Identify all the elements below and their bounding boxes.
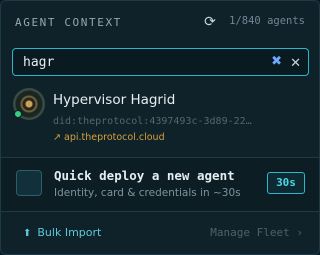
panel-header: AGENT CONTEXT ⟳ 1/840 agents: [1, 1, 319, 43]
close-icon[interactable]: ✕: [290, 57, 301, 71]
quick-deploy-subtitle: Identity, card & credentials in ~30s: [54, 187, 241, 199]
agent-name: Hypervisor Hagrid: [53, 92, 176, 108]
clear-search-icon[interactable]: ✖: [271, 55, 282, 69]
panel-title: AGENT CONTEXT: [15, 15, 122, 29]
agent-result-item[interactable]: Hypervisor Hagrid did:theprotocol:439749…: [1, 82, 319, 154]
quick-deploy-button[interactable]: Quick deploy a new agent Identity, card …: [1, 158, 319, 211]
online-status-dot: [14, 110, 22, 118]
bulk-import-label: Bulk Import: [37, 226, 102, 239]
agent-host-text: api.theprotocol.cloud: [64, 132, 165, 143]
external-link-icon: ↗: [53, 132, 61, 143]
quick-deploy-title: Quick deploy a new agent: [54, 168, 235, 183]
refresh-icon[interactable]: ⟳: [202, 14, 218, 30]
panel-footer: ⬆ Bulk Import Manage Fleet ›: [1, 212, 319, 254]
agent-host-link[interactable]: ↗ api.theprotocol.cloud: [53, 132, 165, 143]
quick-deploy-time-badge: 30s: [267, 172, 305, 194]
agent-did: did:theprotocol:4397493c-3d89-22…: [53, 116, 252, 127]
quick-deploy-icon: [16, 170, 42, 196]
search-input[interactable]: [13, 54, 253, 70]
agent-count: 1/840 agents: [229, 15, 305, 27]
search-box: ✖ ✕: [12, 48, 309, 76]
upload-icon: ⬆: [23, 228, 32, 239]
manage-fleet-link[interactable]: Manage Fleet ›: [210, 226, 303, 239]
bulk-import-button[interactable]: ⬆ Bulk Import: [23, 226, 101, 239]
agent-context-panel: AGENT CONTEXT ⟳ 1/840 agents ✖ ✕ Hypervi…: [0, 0, 320, 255]
